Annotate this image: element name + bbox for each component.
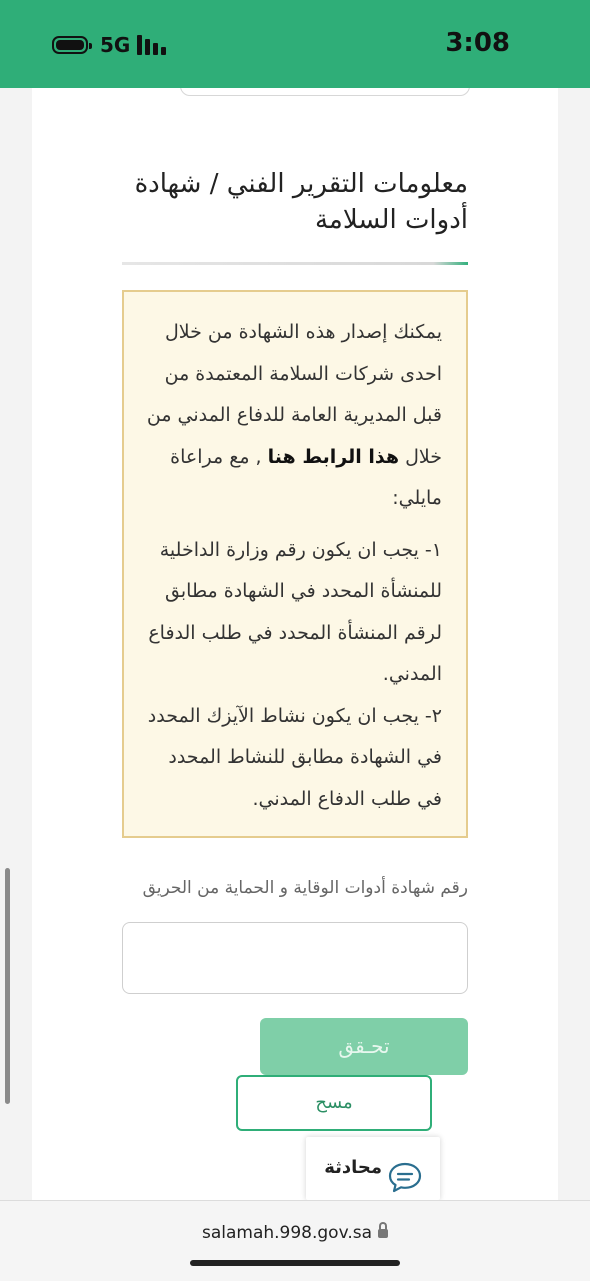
notice-rule-2: ٢- يجب ان يكون نشاط الآيزك المحدد في الش…: [147, 704, 442, 810]
battery-icon: [52, 36, 92, 54]
notice-rule-1: ١- يجب ان يكون رقم وزارة الداخلية للمنشأ…: [148, 538, 442, 686]
status-time: 3:08: [445, 28, 510, 58]
url-display[interactable]: salamah.998.gov.sa: [0, 1222, 590, 1243]
cert-number-input[interactable]: [122, 922, 468, 994]
section-divider: [122, 262, 468, 265]
home-indicator[interactable]: [190, 1260, 400, 1266]
browser-address-bar[interactable]: salamah.998.gov.sa: [0, 1200, 590, 1281]
chat-bubble-icon: [388, 1162, 422, 1193]
notice-link[interactable]: هذا الرابط هنا: [268, 446, 399, 468]
info-notice-box: يمكنك إصدار هذه الشهادة من خلال احدى شرك…: [122, 290, 468, 838]
url-text: salamah.998.gov.sa: [201, 1223, 373, 1243]
section-title: معلومات التقرير الفني / شهادة أدوات السل…: [134, 169, 468, 235]
cert-number-label: رقم شهادة أدوات الوقاية و الحماية من الح…: [142, 878, 468, 898]
network-type: 5G: [100, 33, 131, 57]
chat-label: محادثة: [324, 1157, 382, 1178]
page-content: معلومات التقرير الفني / شهادة أدوات السل…: [32, 88, 558, 1200]
chat-widget[interactable]: محادثة: [306, 1137, 440, 1200]
status-bar: 5G 3:08: [0, 0, 590, 88]
previous-field-input[interactable]: [180, 88, 470, 96]
clear-button[interactable]: مسح: [236, 1075, 432, 1131]
signal-strength-icon: [137, 35, 169, 55]
verify-button[interactable]: تحـقق: [260, 1018, 468, 1075]
lock-icon: [378, 1222, 389, 1238]
scrollbar-thumb[interactable]: [5, 868, 10, 1104]
notice-intro: يمكنك إصدار هذه الشهادة من خلال احدى شرك…: [140, 312, 442, 520]
